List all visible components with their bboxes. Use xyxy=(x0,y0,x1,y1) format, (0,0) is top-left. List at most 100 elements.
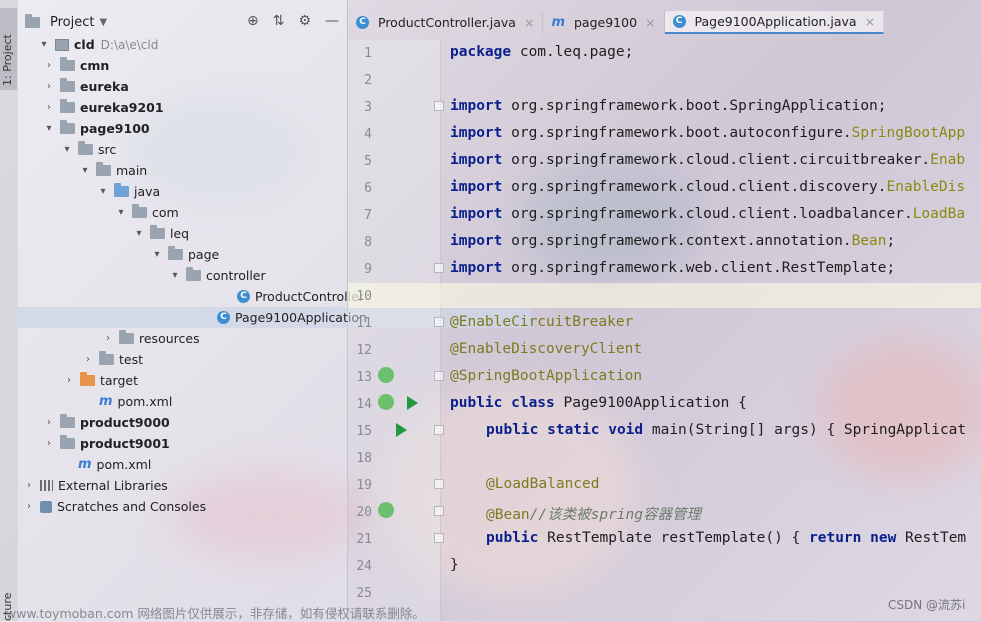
tree-item[interactable]: ▾ main xyxy=(80,160,147,181)
line-number: 24 xyxy=(356,559,372,574)
tree-item-label: leq xyxy=(170,226,190,241)
editor-tab-label: Page9100Application.java xyxy=(694,14,857,29)
tree-item[interactable]: ▾ page9100 xyxy=(44,118,150,139)
tree-item[interactable]: › Scratches and Consoles xyxy=(24,496,206,517)
fold-marker-icon[interactable] xyxy=(434,263,444,273)
collapse-arrow-icon[interactable]: › xyxy=(44,60,54,71)
tree-item[interactable]: › cmn xyxy=(44,55,109,76)
hide-icon[interactable]: — xyxy=(325,13,339,29)
expand-arrow-icon[interactable]: ▾ xyxy=(39,39,49,50)
project-tool-tab-label[interactable]: 1: Project xyxy=(1,34,14,86)
line-number: 18 xyxy=(356,451,372,466)
editor-tabs: C ProductController.java × m page9100 × C Page9… xyxy=(348,11,885,34)
line-number: 3 xyxy=(364,100,372,115)
tree-item[interactable]: m pom.xml xyxy=(83,391,172,412)
fold-marker-icon[interactable] xyxy=(434,479,444,489)
spring-bean-icon[interactable] xyxy=(378,367,394,383)
fold-marker-icon[interactable] xyxy=(434,101,444,111)
collapse-arrow-icon[interactable]: › xyxy=(44,81,54,92)
close-icon[interactable]: × xyxy=(865,14,875,29)
tree-item-label: src xyxy=(98,142,117,157)
editor-tab[interactable]: m page9100 × xyxy=(543,11,665,34)
tree-item[interactable]: › product9000 xyxy=(44,412,170,433)
tree-item[interactable]: m pom.xml xyxy=(62,454,151,475)
tree-item[interactable]: › External Libraries xyxy=(24,475,168,496)
collapse-all-icon[interactable]: ⇅ xyxy=(273,13,285,29)
expand-arrow-icon[interactable]: ▾ xyxy=(116,207,126,218)
tree-item[interactable]: › target xyxy=(64,370,138,391)
collapse-arrow-icon[interactable]: › xyxy=(44,417,54,428)
gear-icon[interactable]: ⚙ xyxy=(298,13,311,29)
line-number: 2 xyxy=(364,73,372,88)
close-icon[interactable]: × xyxy=(524,15,534,30)
expand-arrow-icon[interactable]: ▾ xyxy=(62,144,72,155)
tree-item[interactable]: ▾ java xyxy=(98,181,160,202)
folder-icon xyxy=(132,204,147,218)
fold-marker-icon[interactable] xyxy=(434,371,444,381)
tree-item-label: controller xyxy=(206,268,266,283)
tree-item-label: External Libraries xyxy=(58,478,168,493)
locate-icon[interactable]: ⊕ xyxy=(247,13,259,29)
fold-marker-icon[interactable] xyxy=(434,317,444,327)
background-photo-region xyxy=(820,340,981,480)
tree-item[interactable]: › eureka9201 xyxy=(44,97,164,118)
folder-icon xyxy=(60,414,75,428)
expand-arrow-icon[interactable]: ▾ xyxy=(44,123,54,134)
project-view-selector[interactable]: Project ▼ xyxy=(25,13,107,30)
tree-item[interactable]: ▾ cld D:\a\e\cld xyxy=(39,34,158,55)
tree-item-label: Scratches and Consoles xyxy=(57,499,207,514)
tree-item[interactable]: › eureka xyxy=(44,76,129,97)
tree-item[interactable]: ▾ src xyxy=(62,139,116,160)
tree-item[interactable]: C ProductController xyxy=(221,286,364,307)
editor-tab[interactable]: C ProductController.java × xyxy=(348,11,544,34)
run-icon[interactable] xyxy=(396,423,407,437)
tree-item-label: product9001 xyxy=(80,436,170,451)
tree-item[interactable]: › resources xyxy=(103,328,200,349)
code-line: @EnableCircuitBreaker xyxy=(450,314,634,330)
left-tool-strip: 1: Project cture xyxy=(0,0,18,621)
expand-arrow-icon[interactable]: ▾ xyxy=(152,249,162,260)
spring-bean-icon[interactable] xyxy=(378,502,394,518)
current-line-highlight xyxy=(348,283,981,308)
collapse-arrow-icon[interactable]: › xyxy=(83,354,93,365)
collapse-arrow-icon[interactable]: › xyxy=(24,480,34,491)
tree-item-label: pom.xml xyxy=(96,457,152,472)
tree-item[interactable]: › test xyxy=(83,349,143,370)
tree-item[interactable]: ▾ page xyxy=(152,244,219,265)
code-line: } xyxy=(450,557,459,573)
collapse-arrow-icon[interactable]: › xyxy=(44,102,54,113)
tree-item[interactable]: › product9001 xyxy=(44,433,170,454)
watermark-text: www.toymoban.com 网络图片仅供展示，非存储，如有侵权请联系删除。 xyxy=(6,606,425,621)
collapse-arrow-icon[interactable]: › xyxy=(44,438,54,449)
collapse-arrow-icon[interactable]: › xyxy=(24,501,34,512)
tree-item[interactable]: ▾ com xyxy=(116,202,179,223)
expand-arrow-icon[interactable]: ▾ xyxy=(80,165,90,176)
folder-icon xyxy=(60,435,75,449)
editor-tab[interactable]: C Page9100Application.java × xyxy=(664,11,885,34)
code-line: public RestTemplate restTemplate() { ret… xyxy=(486,530,967,546)
code-line: import org.springframework.context.annot… xyxy=(450,233,896,249)
line-number: 21 xyxy=(356,532,372,547)
expand-arrow-icon[interactable]: ▾ xyxy=(98,186,108,197)
expand-arrow-icon[interactable]: ▾ xyxy=(134,228,144,239)
fold-marker-icon[interactable] xyxy=(434,506,444,516)
collapse-arrow-icon[interactable]: › xyxy=(103,333,113,344)
line-number: 13 xyxy=(356,370,372,385)
folder-icon xyxy=(78,141,93,155)
tree-item[interactable]: ▾ controller xyxy=(170,265,266,286)
tree-item-label: pom.xml xyxy=(117,394,173,409)
tree-item-label: target xyxy=(100,373,139,388)
fold-marker-icon[interactable] xyxy=(434,533,444,543)
close-icon[interactable]: × xyxy=(645,15,655,30)
spring-bean-icon[interactable] xyxy=(378,394,394,410)
tree-item[interactable]: ▾ leq xyxy=(134,223,189,244)
expand-arrow-icon[interactable]: ▾ xyxy=(170,270,180,281)
library-icon xyxy=(40,480,53,491)
run-icon[interactable] xyxy=(407,396,418,410)
project-panel: Project ▼ ⊕ ⇅ ⚙ — ▾ cld D:\a\e\cld › cmn › eur… xyxy=(17,0,531,621)
class-icon: C xyxy=(672,15,686,28)
code-line: public static void main(String[] args) {… xyxy=(486,422,967,438)
folder-icon xyxy=(60,99,75,113)
fold-marker-icon[interactable] xyxy=(434,425,444,435)
collapse-arrow-icon[interactable]: › xyxy=(64,375,74,386)
